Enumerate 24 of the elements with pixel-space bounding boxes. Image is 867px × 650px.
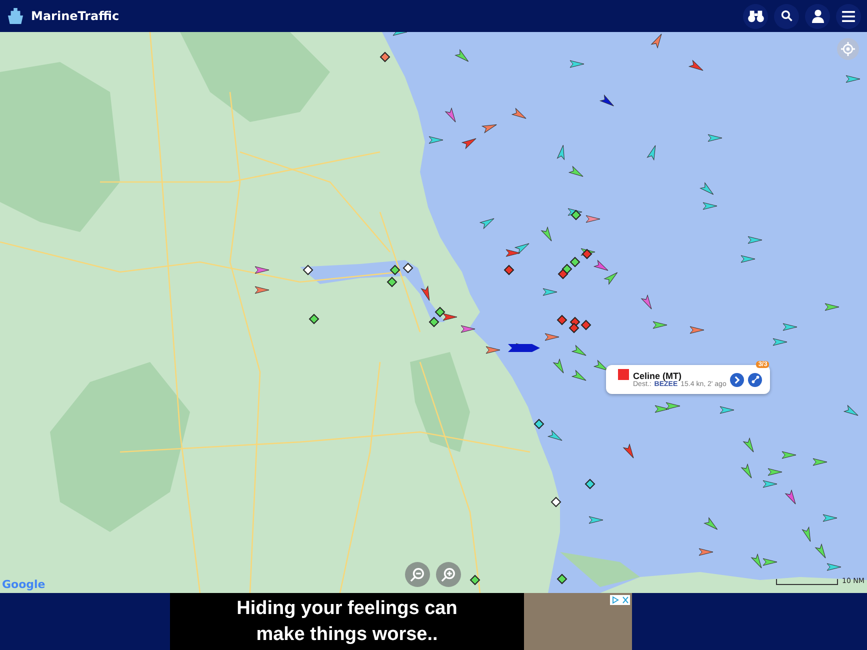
route-icon — [750, 375, 760, 384]
ad-choices-icon[interactable] — [610, 595, 630, 605]
route-button[interactable] — [748, 372, 762, 386]
chevron-right-icon — [733, 376, 742, 384]
map-attribution: Google — [2, 578, 46, 591]
details-button[interactable] — [730, 372, 744, 386]
menu-button[interactable] — [836, 4, 861, 28]
ship-logo-icon — [6, 8, 25, 24]
user-icon — [810, 9, 824, 23]
flag-icon — [618, 369, 629, 380]
binoculars-button[interactable] — [743, 4, 768, 28]
search-button[interactable] — [774, 4, 799, 28]
brand-name[interactable]: MarineTraffic — [31, 9, 120, 23]
ad-headline: Hiding your feelings can make things worse.. — [236, 597, 458, 647]
scale-bar — [776, 579, 838, 585]
search-icon — [780, 10, 792, 22]
zoom-in-icon — [441, 567, 456, 582]
crosshair-icon — [841, 42, 855, 56]
binoculars-icon — [746, 9, 764, 23]
zoom-out-icon — [410, 567, 425, 582]
ad-banner[interactable]: Hiding your feelings can make things worse.. — [170, 593, 632, 650]
vessel-name: Celine (MT) — [633, 371, 682, 381]
menu-icon — [842, 10, 855, 22]
user-button[interactable] — [805, 4, 830, 28]
